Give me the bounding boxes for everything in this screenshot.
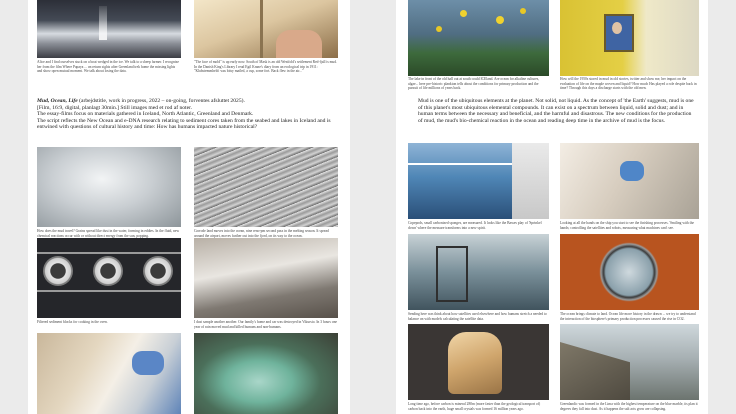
caption-photo-5: Filtered sediment blocks for cooking in … xyxy=(37,320,108,324)
photo-carved-wood-sculpture xyxy=(408,324,549,400)
essay-text-right: Mud is one of the ubiquitous elements at… xyxy=(418,98,694,124)
photo-hand-open-book xyxy=(194,0,338,58)
essay-text-left: Mud, Ocean, Life (arbejdstitle, work in … xyxy=(37,98,340,131)
caption-photo-r8: Greenlandic was formed in the Lima with … xyxy=(560,402,698,411)
caption-photo-2: "The face of mold" is up early now. Sout… xyxy=(194,60,337,74)
photo-yellow-flowers-lake xyxy=(408,0,549,76)
photo-sampling-rosette xyxy=(408,234,549,310)
caption-photo-r6: The ocean brings climate to land. Ocean … xyxy=(560,312,696,321)
right-page: The lake in front of the old hall out at… xyxy=(396,0,708,414)
photo-ship-deck-ocean xyxy=(408,143,549,219)
photo-sediment-dishes-oven xyxy=(37,238,181,318)
left-page: Alice and I find ourselves stuck on a bo… xyxy=(28,0,350,414)
photo-coastal-cliff xyxy=(560,324,699,400)
essay-line-3: The essay-films focus on materials gathe… xyxy=(37,111,254,118)
photo-aerial-glacial-lake xyxy=(194,333,338,414)
essay-line-4: The script reflects the New Ocean and e-… xyxy=(37,117,331,131)
photo-gloved-hands-lab xyxy=(560,143,699,219)
photo-mud-river xyxy=(194,238,338,318)
caption-photo-6: I dust sample another another. Our famil… xyxy=(194,320,337,329)
photo-yellow-corridor-portrait xyxy=(560,0,699,76)
essay-title: Mud, Ocean, Life xyxy=(37,98,78,104)
photo-ship-porthole xyxy=(560,234,699,310)
photo-glacier-lines xyxy=(194,147,338,227)
caption-photo-r3: Copepods, small carbonized sponges, are … xyxy=(408,221,542,230)
photo-cloudy-water xyxy=(37,147,181,227)
caption-photo-r4: Looking at all the hands on the ship you… xyxy=(560,221,694,230)
caption-photo-1: Alice and I find ourselves stuck on a bo… xyxy=(37,60,179,74)
caption-photo-r5: Sending here was think about how satelli… xyxy=(408,312,547,321)
caption-photo-r7: Long time ago, before carbon is mineral … xyxy=(408,402,541,411)
essay-title-rest: (arbejdstitle, work in progress, 2022 – … xyxy=(77,98,245,104)
caption-photo-r1: The lake in front of the old hall out at… xyxy=(408,77,540,91)
photo-dark-ice-horizon xyxy=(37,0,181,58)
photo-blurred-lab-hands xyxy=(37,333,181,414)
caption-photo-r2: How will the 1950s stored in mud in old … xyxy=(560,77,697,91)
